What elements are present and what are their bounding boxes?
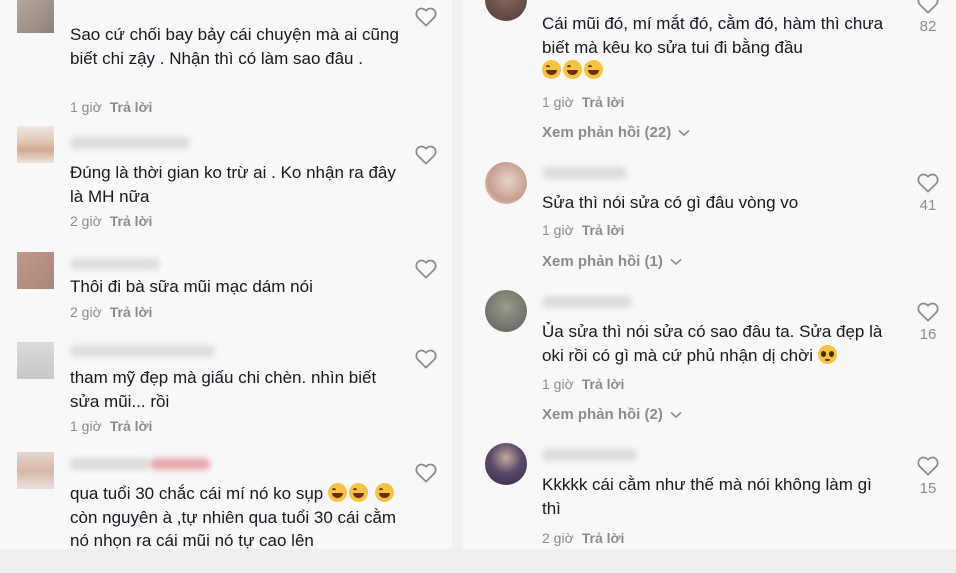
comment-text: Ủa sửa thì nói sửa có sao đâu ta. Sửa đẹ… [542,322,883,365]
comment-time: 1 giờ [70,418,102,434]
avatar[interactable] [485,162,527,204]
view-replies-button[interactable]: Xem phản hồi (2) [542,406,682,423]
reply-button[interactable]: Trả lời [582,376,625,392]
laughing-emoji [374,483,394,502]
heart-outline-icon[interactable] [415,145,437,165]
heart-outline-icon[interactable] [415,463,437,483]
reply-button[interactable]: Trả lời [110,418,153,434]
reply-button[interactable]: Trả lời [582,94,625,110]
comment-time: 2 giờ [70,304,102,320]
view-replies-button[interactable]: Xem phản hồi (1) [542,253,682,270]
comment-meta: 2 giờ Trả lời [70,304,152,320]
laughing-emoji [349,483,368,502]
like-count: 16 [919,326,937,343]
reply-button[interactable]: Trả lời [582,530,625,546]
comment-time: 2 giờ [542,530,574,546]
chevron-down-icon [678,129,690,137]
comment-text: Kkkkk cái cằm như thế mà nói không làm g… [542,475,872,518]
comment-meta: 2 giờ Trả lời [70,213,152,229]
comment-time: 1 giờ [70,99,102,115]
avatar[interactable] [17,126,54,163]
comment-meta: 1 giờ Trả lời [542,222,624,238]
heart-outline-icon[interactable] [917,173,939,193]
avatar[interactable] [17,252,54,289]
avatar[interactable] [17,342,54,379]
comment-meta: 1 giờ Trả lời [70,99,152,115]
comment-text: Sửa thì nói sửa có gì đâu vòng vo [542,193,799,212]
avatar[interactable] [485,443,527,485]
heart-outline-icon[interactable] [415,7,437,27]
heart-outline-icon[interactable] [415,349,437,369]
avatar[interactable] [485,0,527,21]
comment-meta: 1 giờ Trả lời [542,376,624,392]
chevron-down-icon [670,411,682,419]
avatar[interactable] [17,452,54,489]
heart-outline-icon[interactable] [917,0,939,14]
laughing-emoji [563,60,582,79]
view-replies-button[interactable]: Xem phản hồi (22) [542,124,690,141]
comment-text: Sao cứ chối bay bảy cái chuyện mà ai cũn… [70,25,399,68]
comment-text: Đúng là thời gian ko trừ ai . Ko nhận ra… [70,163,396,206]
reply-button[interactable]: Trả lời [582,222,625,238]
comment-text: Cái mũi đó, mí mắt đó, cằm đó, hàm thì c… [542,12,887,83]
comment-meta: 1 giờ Trả lời [542,94,624,110]
comment-text: qua tuổi 30 chắc cái mí nó ko sụp còn ng… [70,483,397,549]
bottom-strip [0,549,956,573]
pleading-emoji [817,344,837,364]
laughing-emoji [584,60,603,79]
comment-time: 2 giờ [70,213,102,229]
heart-outline-icon[interactable] [415,259,437,279]
like-count: 41 [919,197,937,214]
comment-meta: 2 giờ Trả lời [542,530,624,546]
reply-button[interactable]: Trả lời [110,304,153,320]
reply-button[interactable]: Trả lời [110,99,153,115]
avatar[interactable] [17,0,54,33]
comment-time: 1 giờ [542,94,574,110]
comment-time: 1 giờ [542,222,574,238]
comment-text: Thôi đi bà sữa mũi mạc dám nói [70,277,313,296]
right-comment-panel: Cái mũi đó, mí mắt đó, cằm đó, hàm thì c… [463,0,956,549]
heart-outline-icon[interactable] [917,456,939,476]
heart-outline-icon[interactable] [917,302,939,322]
like-count: 15 [919,480,937,497]
chevron-down-icon [670,258,682,266]
comment-text: tham mỹ đẹp mà giấu chi chèn. nhìn biết … [70,368,377,411]
reply-button[interactable]: Trả lời [110,213,153,229]
avatar[interactable] [485,290,527,332]
left-comment-panel: Sao cứ chối bay bảy cái chuyện mà ai cũn… [0,0,452,549]
like-count: 82 [919,18,937,35]
laughing-emoji [542,60,561,79]
laughing-emoji [328,483,347,502]
comment-time: 1 giờ [542,376,574,392]
comment-meta: 1 giờ Trả lời [70,418,152,434]
